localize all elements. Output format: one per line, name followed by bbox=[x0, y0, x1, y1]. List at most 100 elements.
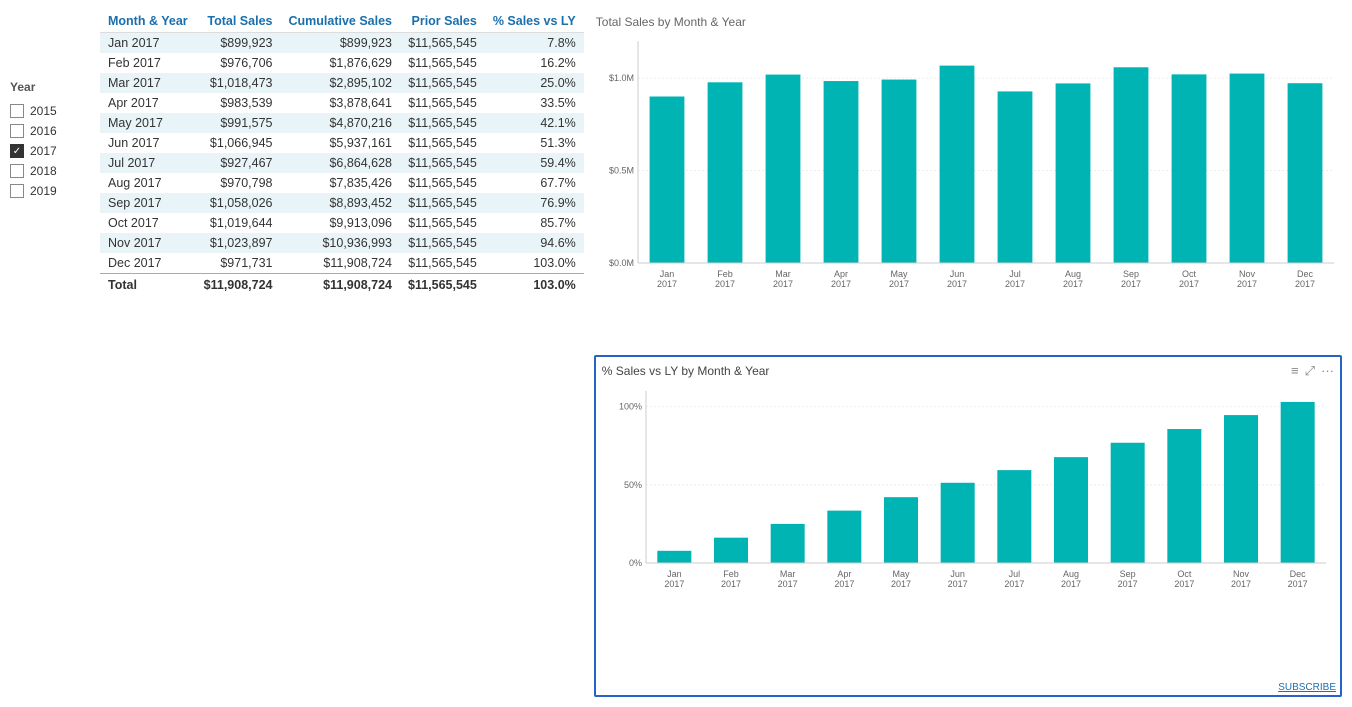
cell-prior: $11,565,545 bbox=[400, 33, 485, 54]
col-month[interactable]: Month & Year bbox=[100, 10, 196, 33]
year-item-2017[interactable]: 2017 bbox=[10, 144, 80, 158]
year-item-2015[interactable]: 2015 bbox=[10, 104, 80, 118]
cell-prior: $11,565,545 bbox=[400, 53, 485, 73]
bar-chart-top: $0.0M$0.5M$1.0MJan2017Feb2017Mar2017Apr2… bbox=[594, 33, 1342, 313]
menu-icon[interactable]: ≡ bbox=[1291, 363, 1299, 379]
svg-text:Dec: Dec bbox=[1297, 269, 1314, 279]
svg-text:2017: 2017 bbox=[834, 579, 854, 589]
table-footer-row: Total $11,908,724 $11,908,724 $11,565,54… bbox=[100, 274, 584, 297]
svg-text:0%: 0% bbox=[629, 558, 642, 568]
expand-icon[interactable]: ⤢ bbox=[1305, 363, 1315, 379]
year-item-2019[interactable]: 2019 bbox=[10, 184, 80, 198]
cell-month: Oct 2017 bbox=[100, 213, 196, 233]
cell-prior: $11,565,545 bbox=[400, 253, 485, 274]
table-row: Jul 2017$927,467$6,864,628$11,565,54559.… bbox=[100, 153, 584, 173]
year-checkbox-2016[interactable] bbox=[10, 124, 24, 138]
table-row: Jun 2017$1,066,945$5,937,161$11,565,5455… bbox=[100, 133, 584, 153]
cell-prior: $11,565,545 bbox=[400, 133, 485, 153]
cell-cumulative: $5,937,161 bbox=[280, 133, 400, 153]
cell-total: $971,731 bbox=[196, 253, 281, 274]
svg-text:Mar: Mar bbox=[780, 569, 796, 579]
svg-text:2017: 2017 bbox=[1061, 579, 1081, 589]
svg-text:$1.0M: $1.0M bbox=[609, 73, 634, 83]
svg-text:2017: 2017 bbox=[1295, 279, 1315, 289]
cell-prior: $11,565,545 bbox=[400, 153, 485, 173]
svg-text:2017: 2017 bbox=[1174, 579, 1194, 589]
year-item-2016[interactable]: 2016 bbox=[10, 124, 80, 138]
cell-cumulative: $1,876,629 bbox=[280, 53, 400, 73]
svg-text:Mar: Mar bbox=[775, 269, 791, 279]
cell-month: Jun 2017 bbox=[100, 133, 196, 153]
svg-text:2017: 2017 bbox=[891, 579, 911, 589]
cell-total: $1,019,644 bbox=[196, 213, 281, 233]
svg-text:Sep: Sep bbox=[1123, 269, 1139, 279]
year-checkbox-2017[interactable] bbox=[10, 144, 24, 158]
year-checkbox-2015[interactable] bbox=[10, 104, 24, 118]
col-cumulative[interactable]: Cumulative Sales bbox=[280, 10, 400, 33]
year-label-2016: 2016 bbox=[30, 124, 57, 138]
cell-cumulative: $6,864,628 bbox=[280, 153, 400, 173]
more-icon[interactable]: ··· bbox=[1321, 363, 1334, 379]
svg-text:100%: 100% bbox=[619, 402, 642, 412]
chart-bottom-title: % Sales vs LY by Month & Year bbox=[602, 364, 770, 378]
cell-total: $927,467 bbox=[196, 153, 281, 173]
svg-text:$0.0M: $0.0M bbox=[609, 258, 634, 268]
col-prior[interactable]: Prior Sales bbox=[400, 10, 485, 33]
cell-pct: 94.6% bbox=[485, 233, 584, 253]
cell-prior: $11,565,545 bbox=[400, 173, 485, 193]
year-checkbox-2018[interactable] bbox=[10, 164, 24, 178]
table-row: May 2017$991,575$4,870,216$11,565,54542.… bbox=[100, 113, 584, 133]
svg-text:2017: 2017 bbox=[1179, 279, 1199, 289]
svg-text:Jul: Jul bbox=[1008, 569, 1020, 579]
svg-text:Nov: Nov bbox=[1239, 269, 1256, 279]
col-pct[interactable]: % Sales vs LY bbox=[485, 10, 584, 33]
cell-cumulative: $11,908,724 bbox=[280, 253, 400, 274]
cell-cumulative: $7,835,426 bbox=[280, 173, 400, 193]
cell-month: May 2017 bbox=[100, 113, 196, 133]
cell-pct: 67.7% bbox=[485, 173, 584, 193]
chart-top-title: Total Sales by Month & Year bbox=[594, 15, 1342, 29]
svg-text:2017: 2017 bbox=[1117, 579, 1137, 589]
svg-text:2017: 2017 bbox=[831, 279, 851, 289]
svg-text:2017: 2017 bbox=[1287, 579, 1307, 589]
subscribe-button[interactable]: SUBSCRIBE bbox=[1278, 682, 1336, 693]
table-row: Dec 2017$971,731$11,908,724$11,565,54510… bbox=[100, 253, 584, 274]
year-label-2019: 2019 bbox=[30, 184, 57, 198]
cell-month: Apr 2017 bbox=[100, 93, 196, 113]
svg-text:Apr: Apr bbox=[837, 569, 851, 579]
table-row: Apr 2017$983,539$3,878,641$11,565,54533.… bbox=[100, 93, 584, 113]
cell-month: Nov 2017 bbox=[100, 233, 196, 253]
cell-prior: $11,565,545 bbox=[400, 233, 485, 253]
svg-text:2017: 2017 bbox=[889, 279, 909, 289]
col-total[interactable]: Total Sales bbox=[196, 10, 281, 33]
year-item-2018[interactable]: 2018 bbox=[10, 164, 80, 178]
svg-text:2017: 2017 bbox=[721, 579, 741, 589]
cell-month: Jan 2017 bbox=[100, 33, 196, 54]
svg-text:Feb: Feb bbox=[717, 269, 733, 279]
cell-pct: 7.8% bbox=[485, 33, 584, 54]
cell-total: $976,706 bbox=[196, 53, 281, 73]
data-table: Month & Year Total Sales Cumulative Sale… bbox=[100, 10, 584, 296]
svg-text:2017: 2017 bbox=[657, 279, 677, 289]
cell-pct: 51.3% bbox=[485, 133, 584, 153]
svg-text:2017: 2017 bbox=[773, 279, 793, 289]
svg-text:Jan: Jan bbox=[660, 269, 675, 279]
year-checkbox-2019[interactable] bbox=[10, 184, 24, 198]
year-label-2018: 2018 bbox=[30, 164, 57, 178]
cell-cumulative: $10,936,993 bbox=[280, 233, 400, 253]
cell-pct: 42.1% bbox=[485, 113, 584, 133]
footer-total: $11,908,724 bbox=[196, 274, 281, 297]
chart-top: Total Sales by Month & Year $0.0M $0.5M $1… bbox=[594, 15, 1342, 345]
cell-cumulative: $8,893,452 bbox=[280, 193, 400, 213]
svg-text:2017: 2017 bbox=[1231, 579, 1251, 589]
table-row: Sep 2017$1,058,026$8,893,452$11,565,5457… bbox=[100, 193, 584, 213]
cell-pct: 25.0% bbox=[485, 73, 584, 93]
bar-chart-bottom: 0%50%100%Jan2017Feb2017Mar2017Apr2017May… bbox=[602, 383, 1334, 613]
svg-text:2017: 2017 bbox=[715, 279, 735, 289]
svg-text:May: May bbox=[890, 269, 908, 279]
svg-text:$0.5M: $0.5M bbox=[609, 166, 634, 176]
svg-text:May: May bbox=[892, 569, 910, 579]
table-row: Jan 2017$899,923$899,923$11,565,5457.8% bbox=[100, 33, 584, 54]
cell-month: Dec 2017 bbox=[100, 253, 196, 274]
cell-pct: 59.4% bbox=[485, 153, 584, 173]
